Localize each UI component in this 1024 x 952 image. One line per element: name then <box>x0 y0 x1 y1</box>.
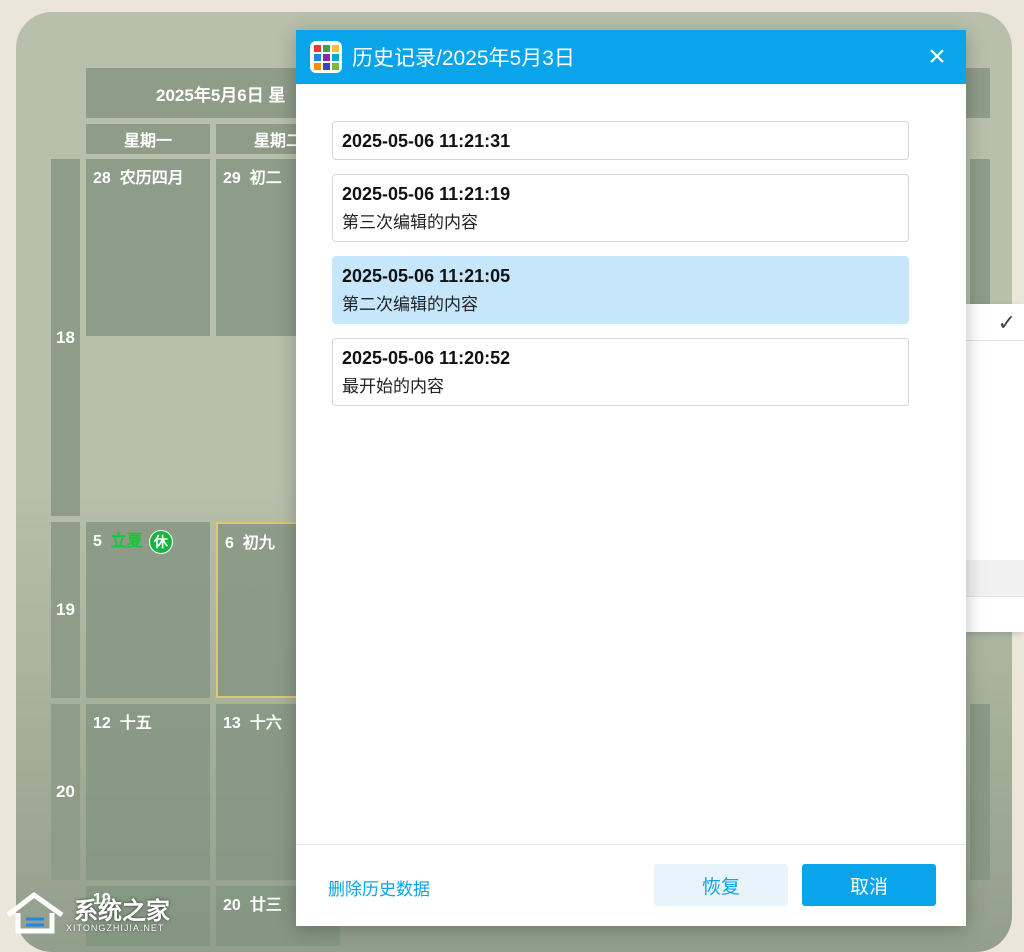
watermark-logo: 系统之家 XITONGZHIJIA.NET <box>0 887 175 937</box>
dialog-title: 历史记录/2025年5月3日 <box>352 47 575 70</box>
watermark-subtext: XITONGZHIJIA.NET <box>66 923 165 933</box>
lunar-label: 初二 <box>249 170 282 187</box>
history-description: 第三次编辑的内容 <box>342 213 478 232</box>
lunar-label: 十六 <box>249 715 282 732</box>
calendar-day-cell[interactable]: 5 立夏休 <box>86 522 210 698</box>
history-item[interactable]: 2025-05-06 11:21:19 第三次编辑的内容 <box>332 174 909 242</box>
day-number: 20 <box>223 897 241 914</box>
history-item[interactable]: 2025-05-06 11:21:31 <box>332 121 909 160</box>
history-description: 第二次编辑的内容 <box>342 295 478 314</box>
menu-item[interactable] <box>966 560 1024 596</box>
history-item[interactable]: 2025-05-06 11:20:52 最开始的内容 <box>332 338 909 406</box>
calendar-title: 2025年5月6日 星 <box>156 85 286 105</box>
week-number: 19 <box>51 522 80 698</box>
week-number: 18 <box>51 159 80 516</box>
day-number: 29 <box>223 170 241 187</box>
dialog-titlebar: 历史记录/2025年5月3日 × <box>296 30 966 84</box>
restore-button[interactable]: 恢复 <box>654 864 788 906</box>
day-number: 5 <box>93 533 102 550</box>
lunar-label: 十五 <box>119 715 152 732</box>
menu-divider <box>966 340 1024 341</box>
side-popup-menu: ✓ <box>966 304 1024 632</box>
calendar-day-cell[interactable]: 12 十五 <box>86 704 210 880</box>
history-description: 最开始的内容 <box>342 377 444 396</box>
week-number: 20 <box>51 704 80 880</box>
holiday-rest-badge: 休 <box>148 529 173 554</box>
solar-term-label: 立夏 <box>110 533 143 550</box>
history-item-selected[interactable]: 2025-05-06 11:21:05 第二次编辑的内容 <box>332 256 909 324</box>
lunar-label: 初九 <box>242 535 275 552</box>
close-icon[interactable]: × <box>922 42 952 72</box>
day-number: 12 <box>93 715 111 732</box>
history-dialog: 历史记录/2025年5月3日 × 2025-05-06 11:21:31 202… <box>296 30 966 926</box>
day-number: 13 <box>223 715 241 732</box>
history-timestamp: 2025-05-06 11:21:05 <box>342 266 511 286</box>
lunar-label: 农历四月 <box>119 170 184 187</box>
calendar-day-cell[interactable] <box>970 704 990 880</box>
day-number: 6 <box>225 535 234 552</box>
check-icon[interactable]: ✓ <box>998 310 1016 336</box>
history-timestamp: 2025-05-06 11:20:52 <box>342 348 511 368</box>
calendar-day-cell[interactable]: 28 农历四月 <box>86 159 210 336</box>
house-logo-icon <box>6 892 64 934</box>
cancel-button[interactable]: 取消 <box>802 864 936 906</box>
watermark-text: 系统之家 <box>74 898 170 925</box>
delete-history-link[interactable]: 删除历史数据 <box>328 875 430 900</box>
day-number: 28 <box>93 170 111 187</box>
menu-divider <box>966 596 1024 597</box>
history-timestamp: 2025-05-06 11:21:31 <box>342 131 511 151</box>
app-grid-icon <box>310 41 342 73</box>
weekday-monday: 星期一 <box>86 124 210 154</box>
history-timestamp: 2025-05-06 11:21:19 <box>342 184 511 204</box>
history-list: 2025-05-06 11:21:31 2025-05-06 11:21:19 … <box>332 121 909 420</box>
dialog-footer: 删除历史数据 恢复 取消 <box>296 844 966 926</box>
lunar-label: 廿三 <box>249 897 282 914</box>
